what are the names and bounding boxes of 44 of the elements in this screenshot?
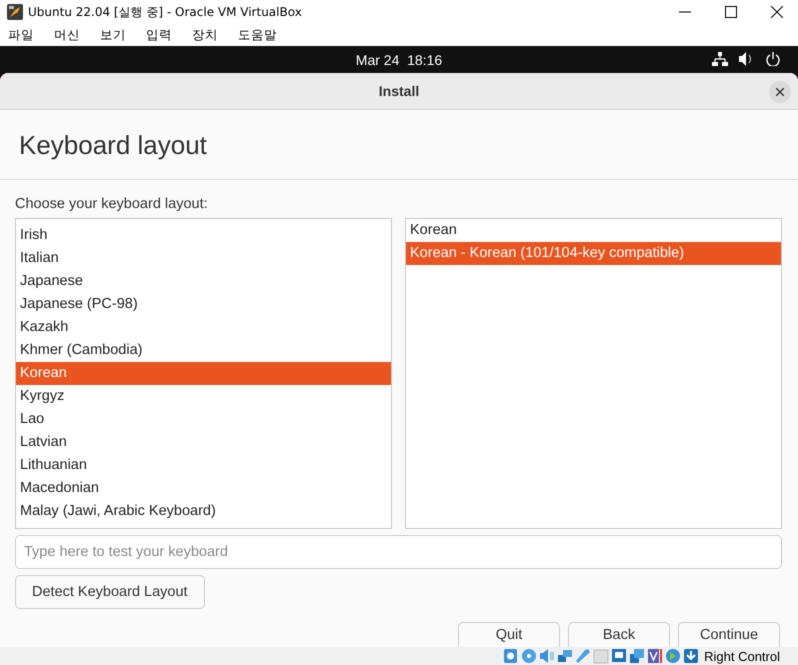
list-item[interactable]: Kazakh — [16, 316, 391, 339]
list-item[interactable]: Macedonian — [16, 477, 391, 500]
v-icon[interactable] — [647, 648, 664, 664]
list-item[interactable]: Korean - Korean (101/104-key compatible) — [406, 242, 781, 265]
list-item[interactable]: Korean — [406, 219, 781, 242]
list-item[interactable]: Irish — [16, 224, 391, 247]
quit-button[interactable]: Quit — [458, 622, 560, 647]
list-item[interactable]: Lithuanian — [16, 454, 391, 477]
close-icon[interactable] — [771, 6, 783, 18]
app-logo-icon — [7, 4, 23, 20]
disc-icon[interactable] — [521, 648, 538, 664]
menu-item[interactable]: 보기 — [100, 26, 126, 44]
power-icon[interactable] — [766, 52, 780, 66]
list-item[interactable]: Japanese — [16, 270, 391, 293]
close-button[interactable] — [769, 81, 791, 103]
menu-item[interactable]: 파일 — [8, 26, 34, 44]
back-button[interactable]: Back — [568, 622, 670, 647]
dialog-title: Install — [378, 83, 420, 99]
page-heading: Keyboard layout — [19, 130, 207, 161]
window-title: Ubuntu 22.04 [실행 중] - Oracle VM VirtualBox — [28, 4, 302, 20]
display-icon[interactable] — [611, 648, 628, 664]
close-icon — [776, 88, 784, 96]
list-item[interactable]: Kyrgyz — [16, 385, 391, 408]
menu-item[interactable]: 입력 — [146, 26, 172, 44]
menu-item[interactable]: 장치 — [192, 26, 218, 44]
list-item[interactable]: Japanese (PC-98) — [16, 293, 391, 316]
list-item[interactable]: Italian — [16, 247, 391, 270]
detect-button[interactable]: Detect Keyboard Layout — [15, 575, 205, 609]
list-item[interactable]: Korean — [16, 362, 391, 385]
test-input-field[interactable]: Type here to test your keyboard — [15, 535, 782, 569]
prompt-label: Choose your keyboard layout: — [15, 196, 208, 212]
menu-item[interactable]: 머신 — [54, 26, 80, 44]
list-item[interactable]: Latvian — [16, 431, 391, 454]
list-item[interactable]: Lao — [16, 408, 391, 431]
maximize-icon[interactable] — [725, 6, 737, 18]
continue-button[interactable]: Continue — [678, 622, 780, 647]
download-icon[interactable] — [683, 648, 700, 664]
list-item[interactable]: Malay (Jawi, Arabic Keyboard) — [16, 500, 391, 523]
speaker-icon[interactable] — [539, 648, 556, 664]
menu-item[interactable]: 도움말 — [238, 26, 277, 44]
windows-icon[interactable] — [629, 648, 646, 664]
list-item[interactable]: Khmer (Cambodia) — [16, 339, 391, 362]
clock[interactable]: Mar 24 18:16 — [356, 52, 442, 68]
host-key-label: Right Control — [704, 648, 780, 664]
